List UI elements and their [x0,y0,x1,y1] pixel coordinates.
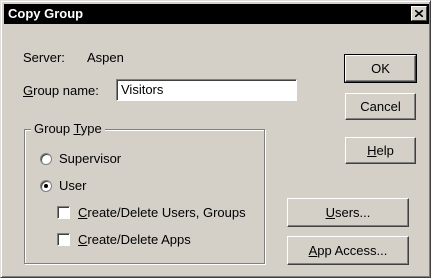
checkbox-apps-hotkey: C [78,232,88,247]
title-bar[interactable]: Copy Group [4,4,429,24]
cancel-button[interactable]: Cancel [345,93,416,120]
radio-selected-dot-icon [44,184,48,188]
copy-group-dialog: Copy Group Server: Aspen Group name: Vis… [0,0,431,278]
close-button[interactable] [411,6,427,21]
close-x-icon [415,10,423,17]
checkbox-apps-rest: reate/Delete Apps [87,232,191,247]
group-name-label: Group name: [23,83,99,99]
checkbox-create-delete-apps-label[interactable]: Create/Delete Apps [78,232,191,248]
users-button[interactable]: Users... [287,198,409,227]
radio-user[interactable] [40,180,52,192]
group-type-title-hotkey: T [73,121,81,136]
radio-user-label[interactable]: User [59,178,86,194]
group-type-title-prefix: Group [34,121,74,136]
group-name-label-rest: roup name: [33,83,99,98]
checkbox-create-delete-users-groups-label[interactable]: Create/Delete Users, Groups [78,205,246,221]
users-hotkey: U [325,205,335,220]
group-name-input[interactable]: Visitors [116,79,297,101]
radio-supervisor[interactable] [40,153,52,165]
help-hotkey: H [367,143,377,158]
window-title: Copy Group [8,6,84,21]
app-access-hotkey: A [308,243,318,258]
app-access-button[interactable]: App Access... [287,236,409,265]
checkbox-create-delete-apps[interactable] [57,233,70,246]
help-rest: elp [376,143,394,158]
group-type-title-rest: ype [80,121,102,136]
help-button[interactable]: Help [345,137,416,164]
radio-supervisor-label[interactable]: Supervisor [59,151,121,167]
checkbox-users-groups-rest: reate/Delete Users, Groups [87,205,246,220]
group-type-title: Group Type [31,121,105,137]
group-name-label-hotkey: G [23,83,34,98]
checkbox-users-groups-hotkey: C [78,205,88,220]
app-access-rest: pp Access... [317,243,388,258]
server-label: Server: [23,50,65,65]
checkbox-create-delete-users-groups[interactable] [57,206,70,219]
ok-button[interactable]: OK [344,54,417,83]
server-value: Aspen [87,50,124,65]
users-rest: sers... [334,205,371,220]
